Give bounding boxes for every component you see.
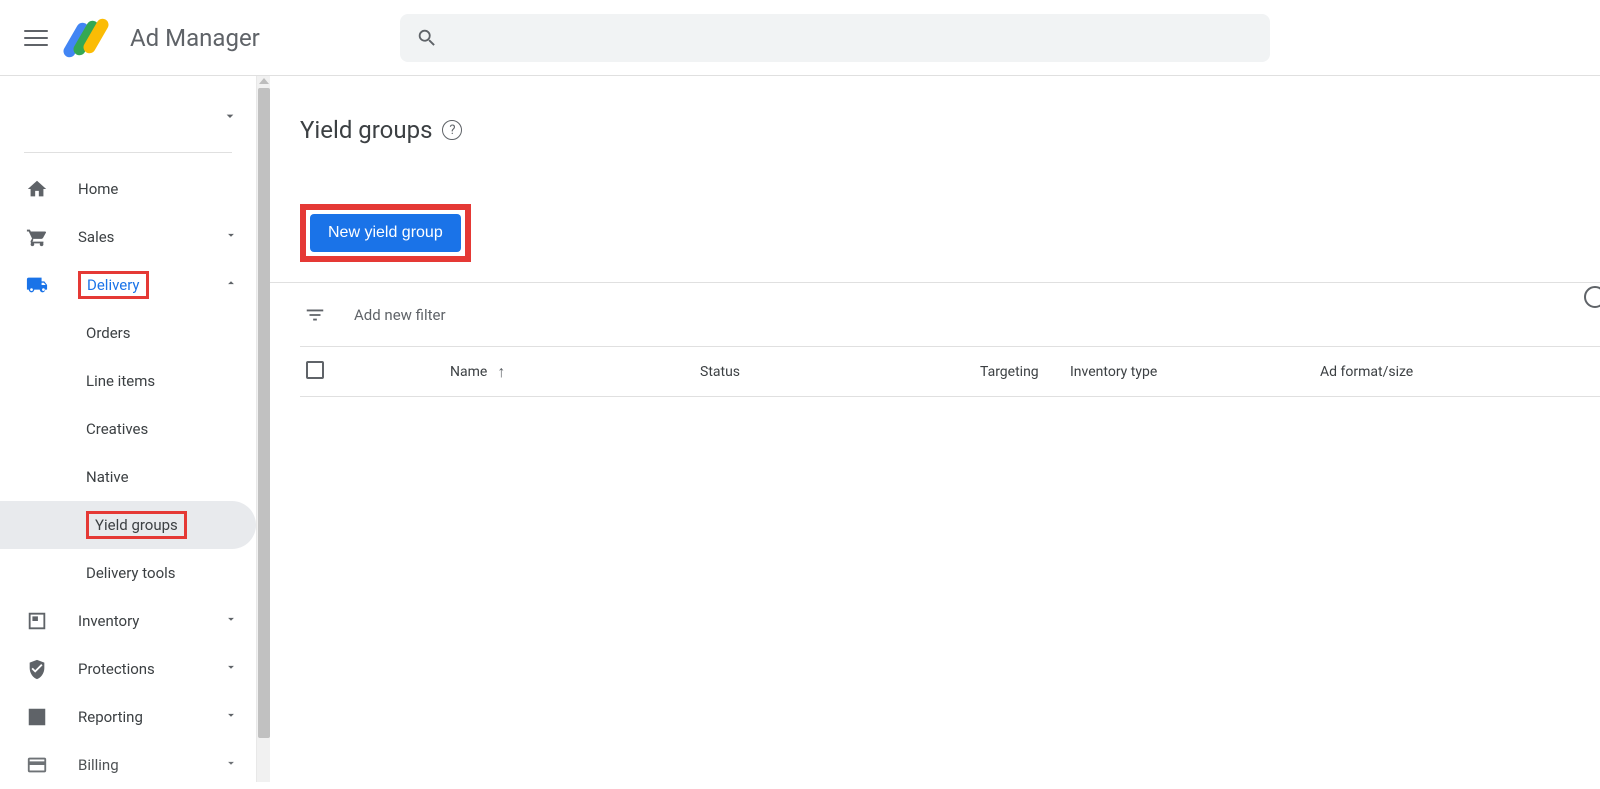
search-icon	[416, 27, 438, 49]
sidebar-scrollbar[interactable]	[256, 76, 270, 782]
table-header: Name ↑ Status Targeting Inventory type A…	[300, 347, 1600, 397]
chevron-down-icon[interactable]	[222, 108, 238, 128]
sidebar-subitem-line-items[interactable]: Line items	[0, 357, 256, 405]
chevron-down-icon	[224, 660, 238, 678]
add-filter-input[interactable]: Add new filter	[354, 306, 446, 324]
help-icon[interactable]: ?	[442, 120, 462, 140]
column-header-targeting[interactable]: Targeting	[980, 364, 1039, 380]
ad-manager-logo	[68, 17, 110, 59]
scroll-up-icon	[259, 78, 269, 84]
highlight-box: New yield group	[300, 204, 471, 262]
sidebar-subitem-native[interactable]: Native	[0, 453, 256, 501]
filter-row: Add new filter	[300, 283, 1600, 347]
chevron-down-icon	[224, 228, 238, 246]
sidebar-item-home[interactable]: Home	[0, 165, 256, 213]
bar-chart-icon	[26, 706, 48, 728]
sidebar: Home Sales Delivery Orders	[0, 76, 256, 782]
select-all-checkbox[interactable]	[306, 361, 324, 379]
inventory-icon	[26, 610, 48, 632]
sidebar-subitem-orders[interactable]: Orders	[0, 309, 256, 357]
search-box[interactable]	[400, 14, 1270, 62]
chevron-down-icon	[224, 708, 238, 726]
sidebar-item-protections[interactable]: Protections	[0, 645, 256, 693]
sidebar-item-label: Billing	[78, 756, 194, 774]
sort-ascending-icon[interactable]: ↑	[497, 362, 505, 382]
sidebar-subitem-delivery-tools[interactable]: Delivery tools	[0, 549, 256, 597]
scroll-thumb[interactable]	[258, 88, 270, 738]
page-title: Yield groups	[300, 116, 432, 144]
sidebar-item-reporting[interactable]: Reporting	[0, 693, 256, 741]
billing-icon	[26, 754, 48, 776]
menu-icon[interactable]	[24, 26, 48, 50]
sidebar-subitem-yield-groups[interactable]: Yield groups	[0, 501, 256, 549]
app-title: Ad Manager	[130, 24, 260, 52]
chevron-down-icon	[224, 756, 238, 774]
sidebar-item-label: Inventory	[78, 612, 194, 630]
page-title-row: Yield groups ?	[300, 116, 1600, 144]
sidebar-subitem-label: Delivery tools	[86, 564, 176, 582]
filter-icon[interactable]	[304, 304, 326, 326]
sidebar-item-label: Sales	[78, 228, 194, 246]
highlight-box: Yield groups	[86, 511, 187, 539]
home-icon	[26, 178, 48, 200]
cart-icon	[26, 226, 48, 248]
column-header-name[interactable]: Name	[450, 364, 487, 380]
topbar: Ad Manager	[0, 0, 1600, 76]
body: Home Sales Delivery Orders	[0, 76, 1600, 782]
column-header-status[interactable]: Status	[700, 364, 740, 380]
sidebar-subitem-label: Native	[86, 468, 129, 486]
main-content: Yield groups ? New yield group Add new f…	[270, 76, 1600, 782]
sidebar-subitem-label: Orders	[86, 324, 131, 342]
sidebar-item-label: Reporting	[78, 708, 194, 726]
column-header-inventory-type[interactable]: Inventory type	[1070, 364, 1157, 380]
sidebar-subitem-label: Line items	[86, 372, 155, 390]
truck-icon	[26, 274, 48, 296]
sidebar-item-sales[interactable]: Sales	[0, 213, 256, 261]
shield-icon	[26, 658, 48, 680]
sidebar-item-label: Delivery	[78, 276, 194, 294]
new-yield-group-button[interactable]: New yield group	[310, 214, 461, 252]
search-input[interactable]	[450, 29, 1254, 47]
highlight-box: Delivery	[78, 271, 149, 299]
sidebar-item-delivery[interactable]: Delivery	[0, 261, 256, 309]
sidebar-item-label: Home	[78, 180, 238, 198]
sidebar-item-inventory[interactable]: Inventory	[0, 597, 256, 645]
refresh-icon[interactable]	[1584, 286, 1600, 308]
sidebar-subitem-label: Creatives	[86, 420, 148, 438]
chevron-up-icon	[224, 276, 238, 294]
sidebar-subitem-label: Yield groups	[95, 516, 178, 534]
sidebar-subitem-creatives[interactable]: Creatives	[0, 405, 256, 453]
column-header-ad-format[interactable]: Ad format/size	[1320, 364, 1413, 380]
sidebar-item-label: Protections	[78, 660, 194, 678]
chevron-down-icon	[224, 612, 238, 630]
